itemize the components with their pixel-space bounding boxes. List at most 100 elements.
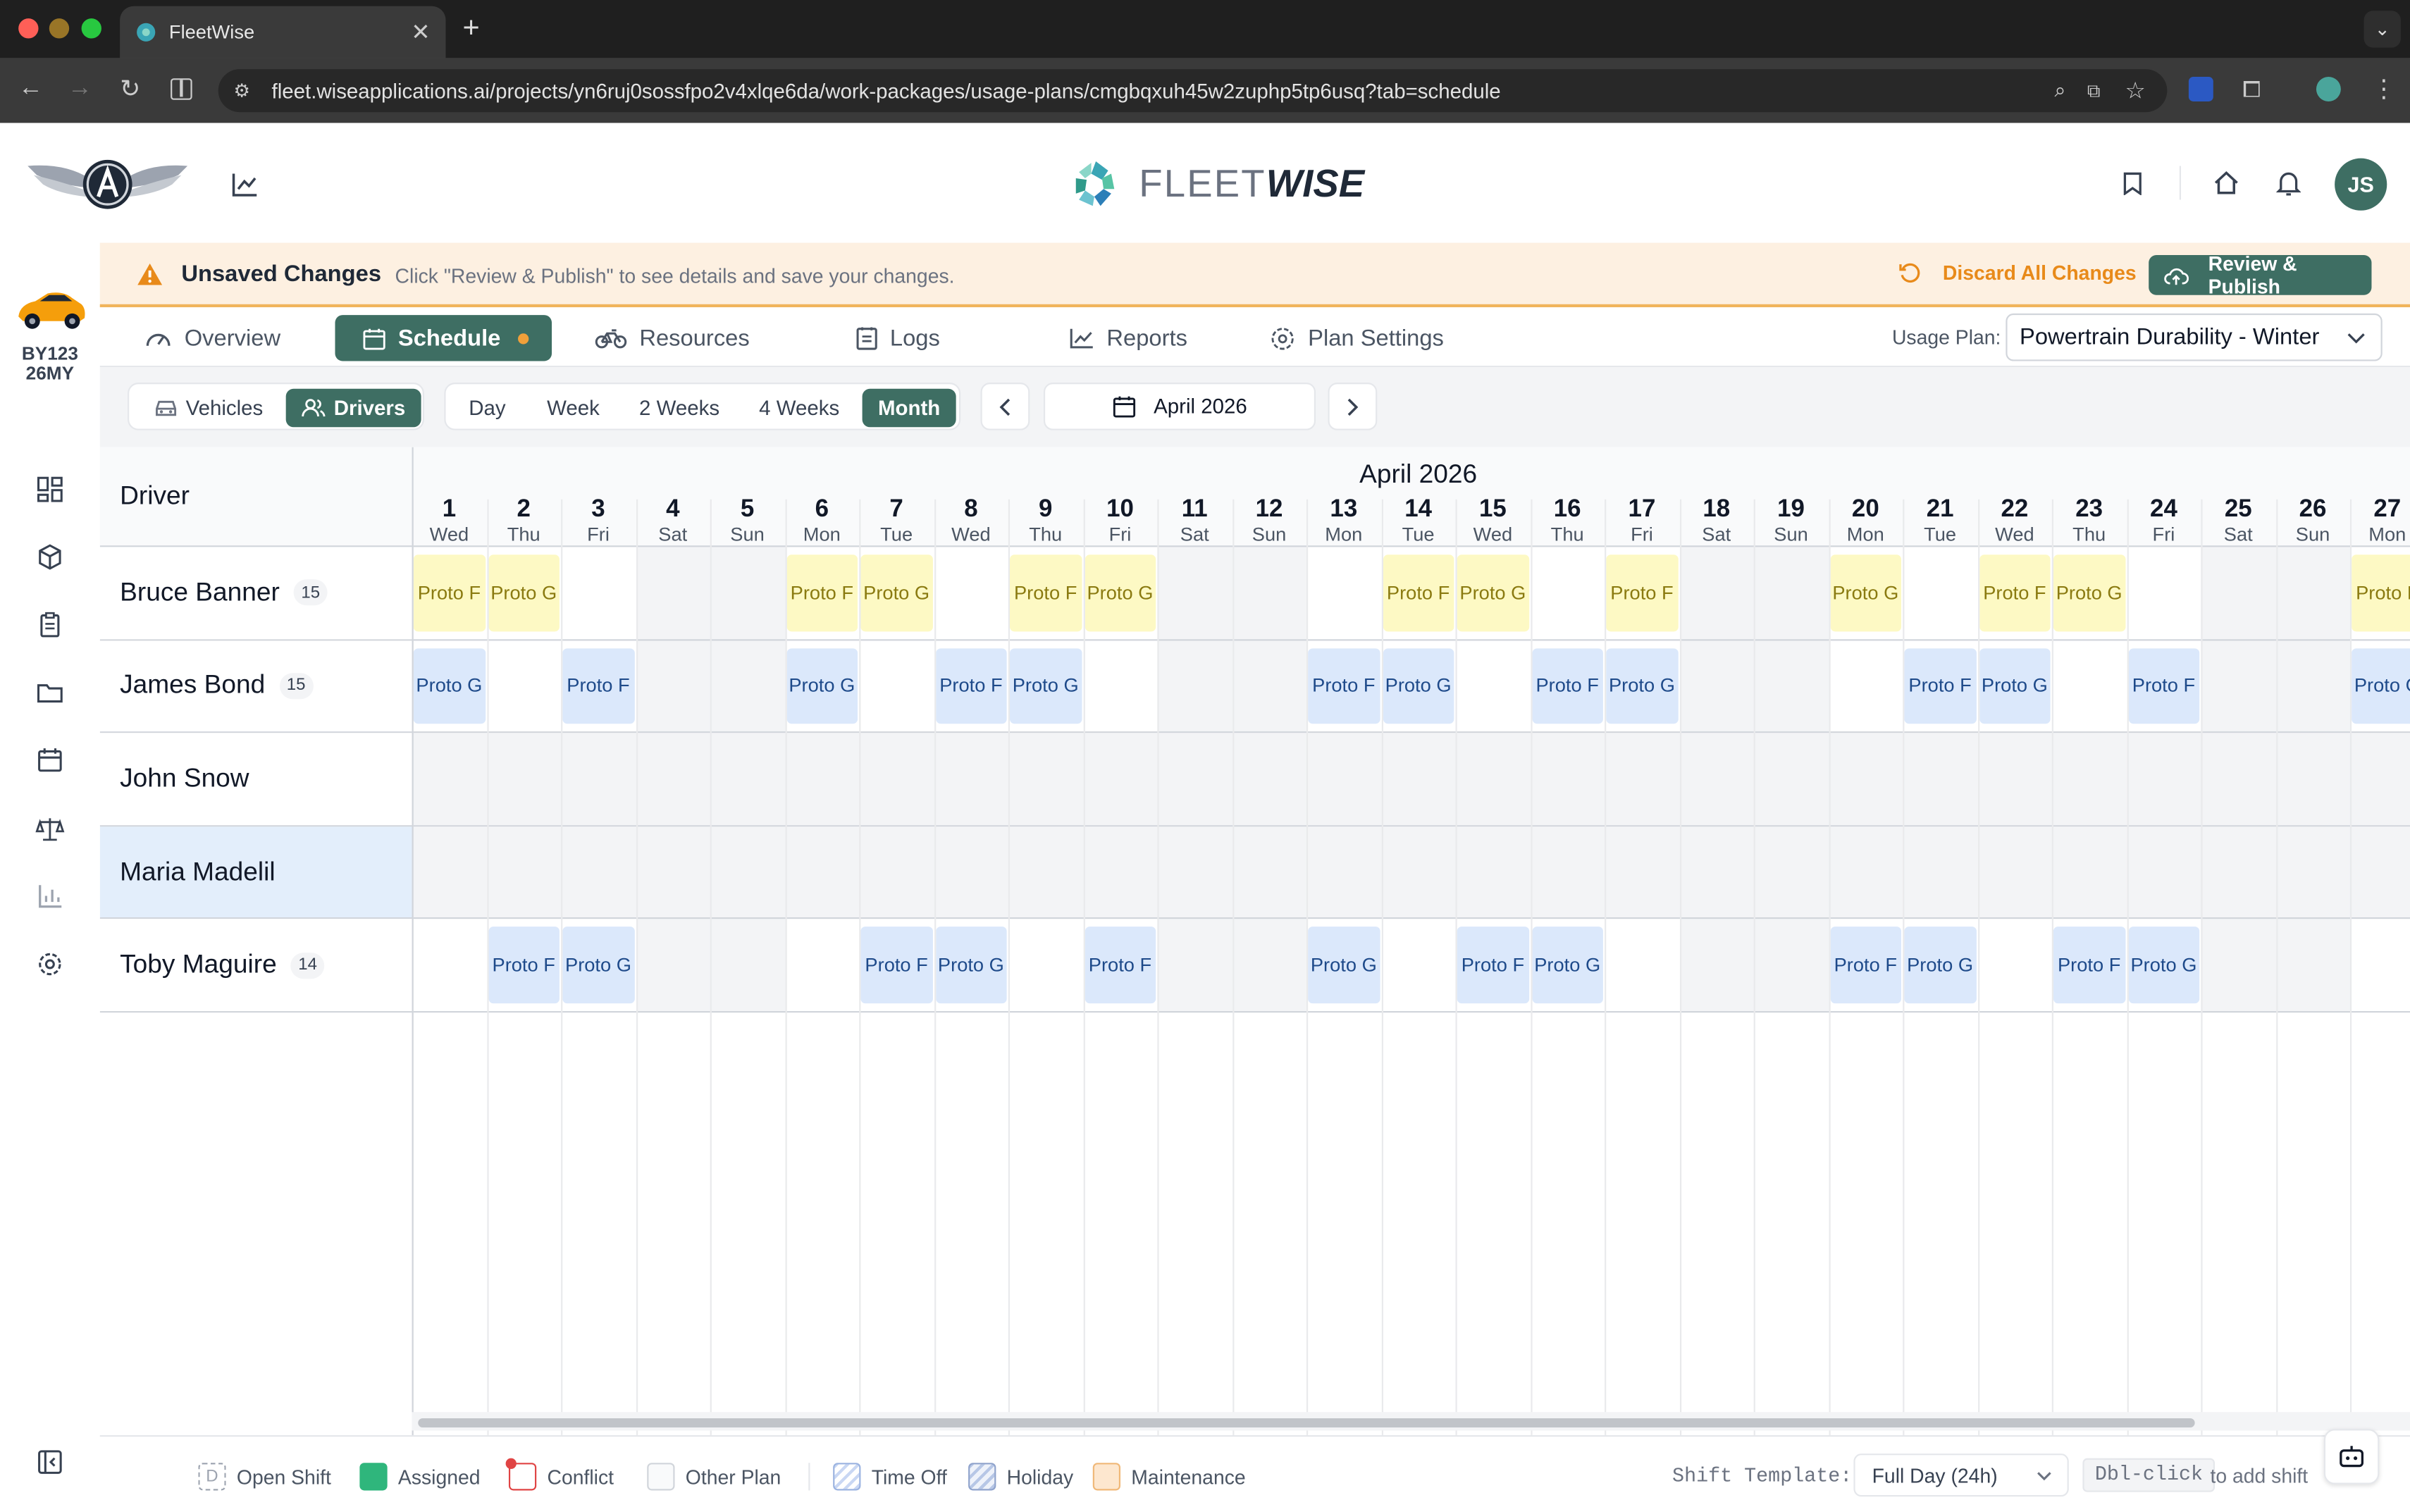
clipboard-icon[interactable] — [35, 610, 64, 639]
shift-block[interactable]: Proto G — [2127, 927, 2200, 1004]
tab-resources[interactable]: Resources — [595, 315, 750, 361]
shift-block[interactable]: Proto G — [860, 554, 932, 631]
settings-icon[interactable] — [35, 950, 64, 979]
collapse-sidebar-icon[interactable] — [35, 1447, 64, 1476]
tab-schedule[interactable]: Schedule — [335, 315, 552, 361]
maximize-window-button[interactable] — [81, 18, 101, 39]
driver-name-cell[interactable]: Bruce Banner 15 — [99, 547, 412, 639]
shift-block[interactable]: Proto G — [1084, 554, 1156, 631]
vehicles-toggle-button[interactable]: Vehicles — [135, 389, 281, 428]
view-month-button[interactable]: Month — [862, 388, 956, 428]
shift-block[interactable]: Proto G — [488, 554, 560, 631]
minimize-window-button[interactable] — [49, 18, 70, 39]
shift-block[interactable]: Proto F — [1308, 647, 1380, 724]
shift-block[interactable]: Proto F — [2127, 647, 2200, 724]
tab-plan-settings[interactable]: Plan Settings — [1270, 315, 1444, 361]
usage-plan-select[interactable]: Powertrain Durability - Winter — [2006, 313, 2383, 361]
shift-block[interactable]: Proto G — [1382, 647, 1454, 724]
shift-block[interactable]: Proto F — [935, 647, 1007, 724]
horizontal-scrollbar[interactable] — [418, 1418, 2195, 1428]
tab-overview[interactable]: Overview — [144, 315, 280, 361]
view-week-button[interactable]: Week — [530, 389, 616, 428]
view-day-button[interactable]: Day — [452, 389, 522, 428]
chart-icon[interactable] — [232, 172, 258, 197]
shift-block[interactable]: Proto F — [413, 554, 486, 631]
site-settings-icon[interactable]: ⚙ — [234, 80, 250, 101]
tab-search-icon[interactable]: ⌄ — [2363, 11, 2401, 48]
shift-block[interactable]: Proto G — [1979, 647, 2051, 724]
close-window-button[interactable] — [18, 18, 39, 39]
shift-block[interactable]: Proto F — [1829, 927, 1902, 1004]
shift-block[interactable]: Proto F — [2352, 554, 2410, 631]
calendar-icon[interactable] — [35, 745, 64, 774]
shift-block[interactable]: Proto G — [413, 647, 486, 724]
box-icon[interactable] — [35, 543, 64, 571]
bar-chart-icon[interactable] — [35, 882, 64, 911]
shift-block[interactable]: Proto F — [1457, 927, 1529, 1004]
shift-block[interactable]: Proto G — [1457, 554, 1529, 631]
review-publish-button[interactable]: Review & Publish — [2149, 252, 2372, 298]
tab-close-icon[interactable]: ✕ — [411, 18, 430, 46]
extensions-puzzle-icon[interactable]: ⧠ — [2242, 77, 2261, 103]
forward-icon[interactable]: → — [68, 75, 92, 103]
shift-block[interactable]: Proto F — [2053, 927, 2125, 1004]
bell-icon[interactable] — [2276, 169, 2301, 197]
shift-block[interactable]: Proto G — [1009, 647, 1082, 724]
period-picker-button[interactable]: April 2026 — [1043, 383, 1316, 430]
shift-block[interactable]: Proto F — [488, 927, 560, 1004]
shift-block[interactable]: Proto G — [2352, 647, 2410, 724]
tab-reports[interactable]: Reports — [1070, 315, 1187, 361]
user-avatar[interactable]: JS — [2335, 158, 2387, 211]
shift-block[interactable]: Proto G — [562, 927, 634, 1004]
address-bar[interactable]: ⚙ fleet.wiseapplications.ai/projects/yn6… — [218, 69, 2168, 113]
home-icon[interactable] — [2213, 171, 2239, 195]
reload-icon[interactable]: ↻ — [120, 74, 140, 105]
shift-block[interactable]: Proto F — [1979, 554, 2051, 631]
shift-block[interactable]: Proto G — [1829, 554, 1902, 631]
shift-block[interactable]: Proto G — [786, 647, 858, 724]
driver-name-cell[interactable]: Maria Madelil — [99, 826, 412, 918]
shift-block[interactable]: Proto F — [1084, 927, 1156, 1004]
install-app-icon[interactable]: ⧉ — [2087, 79, 2101, 102]
shift-block[interactable]: Proto G — [1904, 927, 1976, 1004]
scale-icon[interactable] — [35, 814, 65, 843]
browser-menu-icon[interactable]: ⋮ — [2371, 74, 2396, 105]
shift-block[interactable]: Proto F — [1382, 554, 1454, 631]
shift-block[interactable]: Proto F — [1606, 554, 1678, 631]
dashboard-icon[interactable] — [35, 475, 64, 504]
driver-name-cell[interactable]: John Snow — [99, 733, 412, 825]
shift-block[interactable]: Proto F — [562, 647, 634, 724]
shift-block[interactable]: Proto G — [1606, 647, 1678, 724]
drivers-toggle-button[interactable]: Drivers — [285, 388, 421, 428]
view-4-weeks-button[interactable]: 4 Weeks — [742, 389, 855, 428]
previous-period-button[interactable] — [980, 383, 1030, 430]
shift-block[interactable]: Proto G — [1308, 927, 1380, 1004]
driver-name-cell[interactable]: James Bond 15 — [99, 640, 412, 732]
shift-block[interactable]: Proto F — [786, 554, 858, 631]
shift-block[interactable]: Proto F — [1904, 647, 1976, 724]
bookmark-icon[interactable] — [2122, 172, 2142, 195]
company-wings-logo[interactable] — [25, 154, 191, 212]
folder-icon[interactable] — [35, 678, 64, 707]
zoom-icon[interactable]: ⌕ — [2054, 78, 2065, 103]
shift-block[interactable]: Proto F — [1009, 554, 1082, 631]
driver-name-cell[interactable]: Toby Maguire 14 — [99, 919, 412, 1011]
next-period-button[interactable] — [1328, 383, 1378, 430]
shift-block[interactable]: Proto G — [1531, 927, 1603, 1004]
shift-block[interactable]: Proto G — [2053, 554, 2125, 631]
extension-icon[interactable] — [2188, 77, 2213, 101]
vehicle-thumbnail[interactable] — [14, 286, 88, 332]
discard-all-changes-button[interactable]: Discard All Changes — [1898, 261, 2137, 284]
view-2-weeks-button[interactable]: 2 Weeks — [622, 389, 736, 428]
shift-block[interactable]: Proto F — [860, 927, 932, 1004]
shift-block[interactable]: Proto F — [1531, 647, 1603, 724]
split-view-icon[interactable] — [171, 78, 192, 100]
new-tab-icon[interactable]: + — [463, 12, 480, 46]
tab-logs[interactable]: Logs — [856, 315, 940, 361]
shift-template-select[interactable]: Full Day (24h) — [1853, 1454, 2069, 1497]
profile-icon[interactable] — [2316, 77, 2341, 101]
browser-tab[interactable]: FleetWise ✕ — [120, 6, 446, 58]
back-icon[interactable]: ← — [18, 75, 43, 103]
bookmark-star-icon[interactable]: ☆ — [2125, 77, 2146, 104]
assistant-bot-button[interactable] — [2323, 1429, 2380, 1485]
